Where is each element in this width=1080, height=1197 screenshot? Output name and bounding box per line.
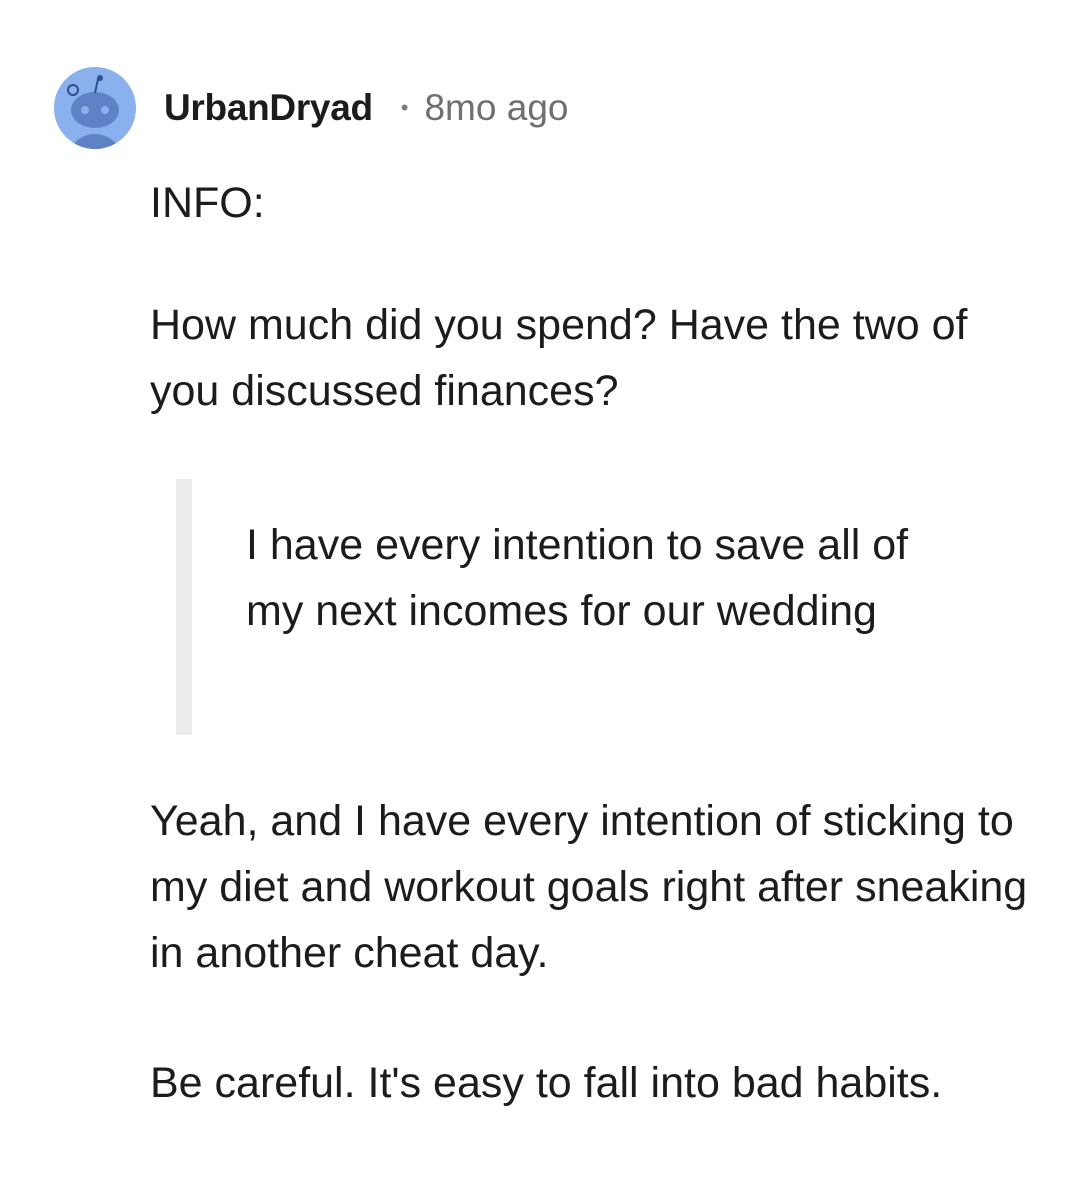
avatar[interactable] — [54, 67, 136, 149]
paragraph-info: INFO: — [150, 179, 265, 227]
comment-author[interactable]: UrbanDryad — [164, 87, 373, 129]
reddit-snoo-icon — [67, 75, 120, 149]
comment-timestamp[interactable]: 8mo ago — [424, 87, 568, 129]
paragraph-reply: Yeah, and I have every intention of stic… — [150, 797, 1028, 977]
comment: UrbanDryad • 8mo ago INFO: How much did … — [0, 0, 1080, 1197]
comment-header: UrbanDryad • 8mo ago — [54, 67, 568, 149]
blockquote: I have every intention to save all of my… — [176, 479, 936, 735]
blockquote-text: I have every intention to save all of my… — [246, 521, 909, 635]
paragraph-question: How much did you spend? Have the two of … — [150, 301, 968, 415]
meta-separator: • — [400, 95, 409, 120]
paragraph-advice: Be careful. It's easy to fall into bad h… — [150, 1059, 943, 1107]
blockquote-bar — [176, 479, 192, 735]
